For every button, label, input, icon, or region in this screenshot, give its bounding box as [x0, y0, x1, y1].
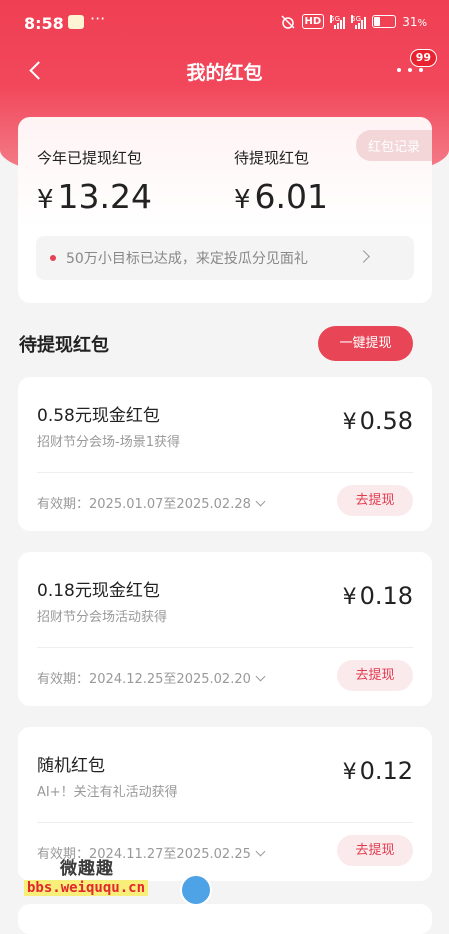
goal-banner[interactable]: 50万小目标已达成，来定投瓜分见面礼 — [36, 236, 414, 280]
pending-label: 待提现红包 — [234, 149, 310, 167]
withdraw-button[interactable]: 去提现 — [337, 485, 413, 516]
status-time: 8:58 — [24, 14, 64, 33]
divider — [37, 472, 413, 473]
withdrawn-amount: ¥13.24 — [37, 177, 153, 216]
chevron-down-icon — [255, 846, 266, 857]
red-packet-record-button[interactable]: 红包记录 — [355, 130, 432, 161]
withdraw-all-button[interactable]: 一键提现 — [318, 326, 413, 361]
watermark: 微趣趣 bbs.weiququ.cn — [24, 854, 212, 910]
alarm-off-icon — [281, 14, 295, 29]
chevron-down-icon — [255, 496, 266, 507]
battery-level: 31% — [402, 14, 427, 29]
mascot-icon — [180, 874, 212, 906]
goal-text: 50万小目标已达成，来定投瓜分见面礼 — [66, 251, 308, 267]
message-count-badge: 99 — [409, 49, 437, 67]
packet-source: AI+！关注有礼活动获得 — [37, 785, 178, 800]
packet-card: 0.58元现金红包 招财节分会场-场景1获得 ¥0.58 有效期：2025.01… — [18, 377, 432, 531]
withdrawn-label: 今年已提现红包 — [37, 149, 143, 167]
packet-name: 0.18元现金红包 — [37, 581, 160, 601]
watermark-url: bbs.weiququ.cn — [24, 880, 149, 896]
packet-validity[interactable]: 有效期：2024.12.25至2025.02.20 — [37, 668, 266, 687]
battery-icon — [372, 15, 397, 28]
divider — [37, 822, 413, 823]
packet-validity[interactable]: 有效期：2025.01.07至2025.02.28 — [37, 493, 266, 512]
summary-card: 红包记录 今年已提现红包 ¥13.24 待提现红包 ¥6.01 50万小目标已达… — [18, 117, 432, 303]
packet-name: 随机红包 — [37, 756, 105, 776]
status-bar: 8:58 ··· HD 5G 5G 31% — [0, 0, 449, 40]
signal-icon-2: 5G — [351, 14, 367, 29]
watermark-text: 微趣趣 — [60, 859, 114, 879]
section-title: 待提现红包 — [19, 335, 109, 356]
notification-app-icon — [68, 15, 84, 29]
signal-icon: 5G — [330, 14, 346, 29]
packet-source: 招财节分会场-场景1获得 — [37, 435, 180, 450]
chevron-right-icon — [357, 250, 370, 263]
pending-amount: ¥6.01 — [234, 177, 329, 216]
withdraw-button[interactable]: 去提现 — [337, 835, 413, 866]
packet-amount: ¥0.58 — [342, 407, 413, 435]
chevron-down-icon — [255, 671, 266, 682]
packet-amount: ¥0.18 — [342, 582, 413, 610]
packet-amount: ¥0.12 — [342, 757, 413, 785]
withdraw-button[interactable]: 去提现 — [337, 660, 413, 691]
hd-call-icon: HD — [301, 14, 325, 29]
bullet-dot-icon — [50, 255, 56, 261]
more-notifications-icon: ··· — [90, 9, 106, 28]
packet-name: 0.58元现金红包 — [37, 406, 160, 426]
divider — [37, 647, 413, 648]
page-title: 我的红包 — [186, 62, 263, 84]
packet-source: 招财节分会场活动获得 — [37, 610, 168, 625]
packet-card: 0.18元现金红包 招财节分会场活动获得 ¥0.18 有效期：2024.12.2… — [18, 552, 432, 706]
